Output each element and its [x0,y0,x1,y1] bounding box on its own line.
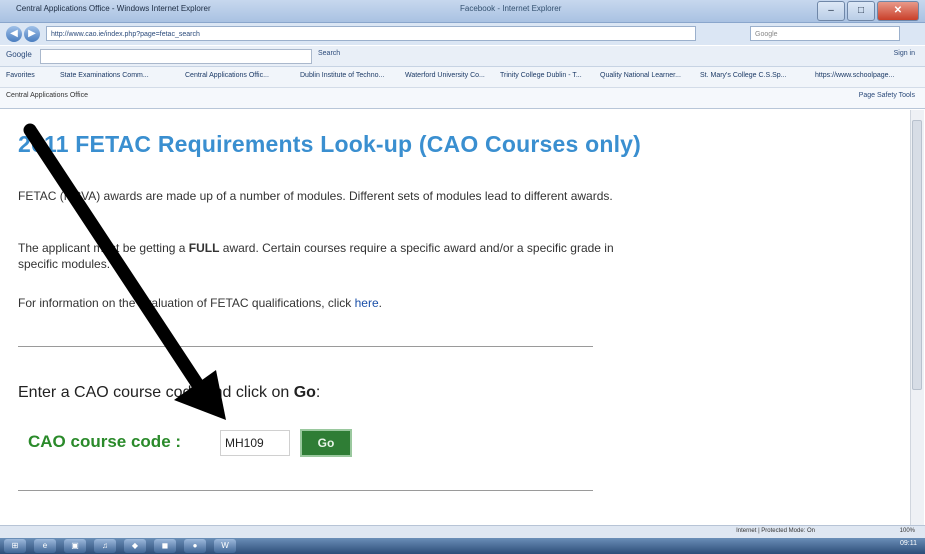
go-emphasis: Go [293,384,316,401]
command-bar[interactable]: Page Safety Tools [859,92,915,99]
taskbar: ⊞ e ▣ ♫ ◆ ◼ ● W 09:11 [0,538,925,554]
course-code-input[interactable] [220,430,290,456]
security-zone: Internet | Protected Mode: On [736,528,815,534]
favorites-button[interactable]: Favorites [6,72,35,79]
google-label: Google [6,50,32,59]
scrollbar-thumb[interactable] [912,120,922,390]
favorite-link[interactable]: Dublin Institute of Techno... [300,72,384,79]
start-button[interactable]: ⊞ [4,539,26,553]
taskbar-ie-icon[interactable]: e [34,539,56,553]
google-search-input[interactable] [40,49,312,64]
text: The applicant must be getting a [18,241,189,255]
favorite-link[interactable]: https://www.schoolpage... [815,72,894,79]
taskbar-word-icon[interactable]: W [214,539,236,553]
favorite-link[interactable]: Central Applications Offic... [185,72,269,79]
status-bar: Internet | Protected Mode: On 100% [0,525,925,538]
divider [18,346,593,347]
zoom-level[interactable]: 100% [900,528,915,534]
close-button[interactable]: ✕ [877,1,919,21]
vertical-scrollbar[interactable] [910,110,924,525]
taskbar-app-icon[interactable]: ◼ [154,539,176,553]
back-icon[interactable]: ◀ [6,26,22,42]
maximize-button[interactable]: □ [847,1,875,21]
favorites-bar: Favorites State Examinations Comm... Cen… [0,67,925,88]
minimize-button[interactable]: – [817,1,845,21]
favorite-link[interactable]: Waterford University Co... [405,72,485,79]
window-controls: – □ ✕ [817,1,919,21]
google-search-button[interactable]: Search [318,50,340,57]
favorite-link[interactable]: State Examinations Comm... [60,72,149,79]
favorite-link[interactable]: St. Mary's College C.S.Sp... [700,72,787,79]
favorite-link[interactable]: Trinity College Dublin - T... [500,72,582,79]
search-field[interactable]: Google [750,26,900,41]
tab-bar: Central Applications Office Page Safety … [0,88,925,109]
page-title: 2011 FETAC Requirements Look-up (CAO Cou… [18,131,642,157]
url-field[interactable]: http://www.cao.ie/index.php?page=fetac_s… [46,26,696,41]
taskbar-app-icon[interactable]: ◆ [124,539,146,553]
window-titlebar: Central Applications Office - Windows In… [0,0,925,23]
page-content: 2011 FETAC Requirements Look-up (CAO Cou… [8,110,908,525]
instruction-text: Enter a CAO course code and click on Go: [18,384,320,402]
google-toolbar: Google Search Sign in [0,46,925,67]
taskbar-app-icon[interactable]: ● [184,539,206,553]
course-code-label: CAO course code : [28,432,182,451]
go-button[interactable]: Go [300,429,352,457]
full-emphasis: FULL [188,241,220,255]
clock: 09:11 [900,540,917,547]
text: : [315,384,321,401]
divider [18,490,593,491]
info-paragraph: For information on the evaluation of FET… [18,295,638,311]
text: . [378,296,382,310]
forward-icon[interactable]: ▶ [24,26,40,42]
text: For information on the evaluation of FET… [18,296,355,310]
address-bar: ◀ ▶ http://www.cao.ie/index.php?page=fet… [0,23,925,45]
active-tab[interactable]: Central Applications Office [6,92,88,99]
favorite-link[interactable]: Quality National Learner... [600,72,681,79]
google-signin[interactable]: Sign in [894,50,915,57]
taskbar-media-icon[interactable]: ♫ [94,539,116,553]
here-link[interactable]: here [355,296,379,310]
window-title-center: Facebook - Internet Explorer [460,4,562,13]
window-title: Central Applications Office - Windows In… [16,4,211,13]
requirement-paragraph: The applicant must be getting a FULL awa… [18,240,638,272]
text: Enter a CAO course code and click on [18,384,294,401]
taskbar-folder-icon[interactable]: ▣ [64,539,86,553]
intro-paragraph: FETAC (NCVA) awards are made up of a num… [18,189,613,203]
